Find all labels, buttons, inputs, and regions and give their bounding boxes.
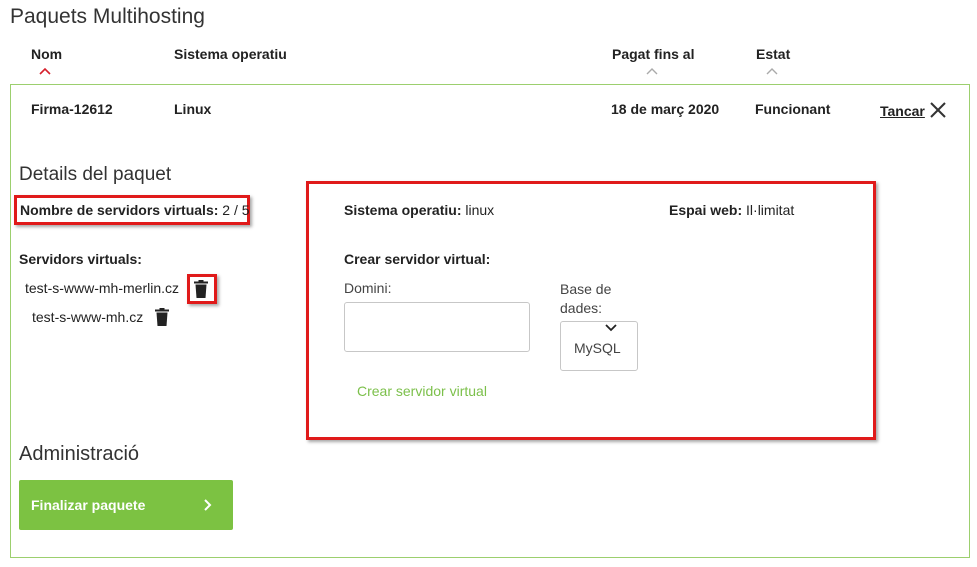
web-space-info: Espai web: Il·limitat — [669, 202, 794, 218]
details-title: Details del paquet — [19, 164, 172, 185]
vs-count: Nombre de servidors virtuals: 2 / 5 — [20, 202, 250, 218]
create-vs-button[interactable]: Crear servidor virtual — [357, 383, 487, 399]
os-info: Sistema operatiu: linux — [344, 202, 494, 218]
trash-icon[interactable] — [194, 280, 208, 298]
vs-list-label: Servidors virtuals: — [19, 251, 142, 267]
db-label-line: Base de — [560, 281, 612, 297]
sort-chevron-up-icon[interactable] — [766, 67, 778, 75]
chevron-down-icon — [605, 324, 617, 332]
server-name: test-s-www-mh-merlin.cz — [25, 280, 179, 296]
domain-label: Domini: — [344, 280, 392, 296]
trash-icon[interactable] — [155, 308, 169, 326]
finalize-package-label: Finalizar paquete — [31, 497, 146, 513]
page-title: Paquets Multihosting — [10, 5, 205, 28]
web-space-label: Espai web: — [669, 202, 743, 218]
column-header-status[interactable]: Estat — [756, 46, 790, 62]
db-label: Base de dades: — [560, 280, 611, 318]
close-link[interactable]: Tancar — [880, 103, 925, 119]
db-label-line: dades: — [560, 300, 603, 316]
package-paid-until: 18 de març 2020 — [611, 101, 720, 117]
vs-count-value: 2 / 5 — [222, 202, 250, 218]
db-select-value: MySQL — [574, 340, 621, 356]
web-space-value: Il·limitat — [746, 202, 795, 218]
column-header-os[interactable]: Sistema operatiu — [174, 46, 287, 62]
package-os: Linux — [174, 101, 212, 117]
os-info-value: linux — [465, 202, 495, 218]
db-select[interactable]: MySQL — [560, 321, 638, 371]
admin-title: Administració — [19, 443, 140, 465]
finalize-package-button[interactable]: Finalizar paquete — [19, 480, 233, 530]
os-info-label: Sistema operatiu: — [344, 202, 462, 218]
close-icon[interactable] — [928, 100, 948, 120]
domain-input[interactable] — [344, 302, 530, 352]
create-title: Crear servidor virtual: — [344, 251, 491, 267]
column-header-name[interactable]: Nom — [31, 46, 62, 62]
sort-active-chevron-up-icon[interactable] — [39, 67, 51, 75]
vs-count-label: Nombre de servidors virtuals: — [20, 202, 219, 218]
package-name: Firma-12612 — [31, 101, 113, 117]
sort-chevron-up-icon[interactable] — [646, 67, 658, 75]
server-name: test-s-www-mh.cz — [32, 309, 144, 325]
column-header-paid-until[interactable]: Pagat fins al — [612, 46, 694, 62]
chevron-right-icon — [204, 499, 212, 511]
package-status: Funcionant — [755, 101, 831, 117]
